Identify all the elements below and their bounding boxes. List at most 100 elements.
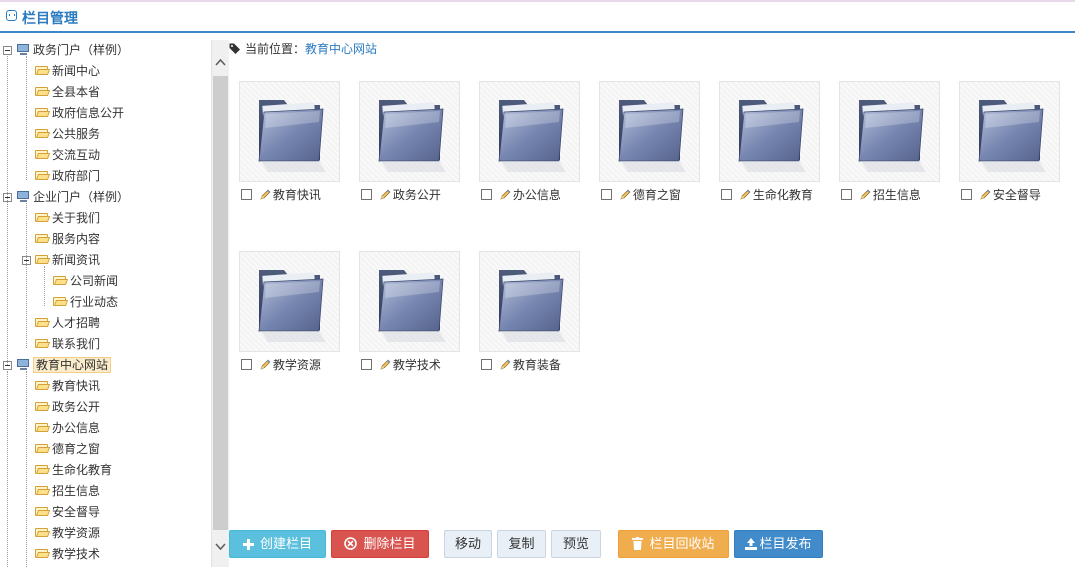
folder-large-icon xyxy=(378,100,446,172)
folder-thumbnail[interactable] xyxy=(719,81,820,182)
tree-root-item[interactable]: 教育中心网站 xyxy=(16,355,112,375)
select-checkbox[interactable] xyxy=(481,359,492,370)
tree-connector xyxy=(7,371,8,567)
tree-folder-item[interactable]: 教学资源 xyxy=(35,523,100,543)
edit-pencil-icon[interactable] xyxy=(979,189,991,201)
edit-pencil-icon[interactable] xyxy=(859,189,871,201)
tree-folder-item[interactable]: 服务内容 xyxy=(35,229,100,249)
tree-folder-item[interactable]: 招生信息 xyxy=(35,481,100,501)
folder-thumbnail[interactable] xyxy=(479,81,580,182)
select-checkbox[interactable] xyxy=(361,359,372,370)
folder-caption: 办公信息 xyxy=(481,187,561,203)
folder-caption: 教学资源 xyxy=(241,357,321,373)
tree-folder-item[interactable]: 交流互动 xyxy=(35,145,100,165)
page-title: 栏目管理 xyxy=(22,11,78,27)
tree-folder-item[interactable]: 公司新闻 xyxy=(53,271,118,291)
edit-pencil-icon[interactable] xyxy=(619,189,631,201)
folder-label[interactable]: 教育快讯 xyxy=(273,188,321,202)
folder-thumbnail[interactable] xyxy=(359,251,460,352)
tree-folder-item[interactable]: 教育快讯 xyxy=(35,376,100,396)
tree-folder-item[interactable]: 公共服务 xyxy=(35,124,100,144)
folder-icon xyxy=(35,422,51,433)
scroll-up-icon[interactable] xyxy=(215,58,226,66)
folder-thumbnail[interactable] xyxy=(239,81,340,182)
select-checkbox[interactable] xyxy=(361,189,372,200)
folder-caption: 教育快讯 xyxy=(241,187,321,203)
folder-thumbnail[interactable] xyxy=(839,81,940,182)
select-checkbox[interactable] xyxy=(961,189,972,200)
folder-label[interactable]: 招生信息 xyxy=(873,188,921,202)
folder-thumbnail[interactable] xyxy=(239,251,340,352)
folder-label[interactable]: 教学资源 xyxy=(273,358,321,372)
tree-folder-item[interactable]: 教学技术 xyxy=(35,544,100,564)
tree-root-item[interactable]: 企业门户（样例） xyxy=(16,187,129,207)
tree-root-item[interactable]: 政务门户（样例） xyxy=(16,40,129,60)
create-column-button[interactable]: 创建栏目 xyxy=(229,530,326,558)
column-tree: 政务门户（样例） 新闻中心 全县本省 政府信息公开公共服务交流互动 政府部门 企业门户（样… xyxy=(0,40,211,567)
tree-folder-item[interactable]: 生命化教育 xyxy=(35,460,112,480)
tree-folder-item[interactable]: 政务公开 xyxy=(35,397,100,417)
tree-folder-item[interactable]: 德育之窗 xyxy=(35,439,100,459)
edit-pencil-icon[interactable] xyxy=(259,189,271,201)
publish-column-button[interactable]: 栏目发布 xyxy=(734,530,823,558)
folder-icon xyxy=(35,485,51,496)
tree-scrollbar[interactable] xyxy=(211,40,229,567)
folder-label[interactable]: 安全督导 xyxy=(993,188,1041,202)
folder-caption: 德育之窗 xyxy=(601,187,681,203)
tree-item-label: 政务门户（样例） xyxy=(33,43,130,57)
delete-column-button[interactable]: 删除栏目 xyxy=(331,530,429,558)
preview-button[interactable]: 预览 xyxy=(551,530,601,558)
select-checkbox[interactable] xyxy=(841,189,852,200)
tree-folder-item[interactable]: 安全督导 xyxy=(35,502,100,522)
copy-button[interactable]: 复制 xyxy=(497,530,546,558)
upload-icon xyxy=(745,538,758,550)
edit-pencil-icon[interactable] xyxy=(379,359,391,371)
folder-thumbnail[interactable] xyxy=(359,81,460,182)
tree-item-label: 服务内容 xyxy=(52,232,101,246)
folder-thumbnail[interactable] xyxy=(959,81,1060,182)
folder-label[interactable]: 教学技术 xyxy=(393,358,441,372)
edit-pencil-icon[interactable] xyxy=(259,359,271,371)
tree-folder-item[interactable]: 关于我们 xyxy=(35,208,100,228)
scrollbar-thumb[interactable] xyxy=(213,76,228,530)
select-checkbox[interactable] xyxy=(241,189,252,200)
select-checkbox[interactable] xyxy=(601,189,612,200)
edit-pencil-icon[interactable] xyxy=(499,189,511,201)
select-checkbox[interactable] xyxy=(481,189,492,200)
folder-label[interactable]: 政务公开 xyxy=(393,188,441,202)
folder-label[interactable]: 教育装备 xyxy=(513,358,561,372)
edit-pencil-icon[interactable] xyxy=(739,189,751,201)
tree-folder-item[interactable]: 新闻中心 xyxy=(35,61,100,81)
folder-label[interactable]: 德育之窗 xyxy=(633,188,681,202)
folder-label[interactable]: 生命化教育 xyxy=(753,188,813,202)
tree-item-label: 公共服务 xyxy=(52,127,101,141)
folder-icon xyxy=(35,65,51,76)
tree-item-label: 教育快讯 xyxy=(52,379,101,393)
collapse-toggle-icon[interactable] xyxy=(3,46,12,55)
edit-pencil-icon[interactable] xyxy=(379,189,391,201)
tree-folder-item[interactable]: 全县本省 xyxy=(35,82,100,102)
tree-folder-item[interactable]: 政府信息公开 xyxy=(35,103,124,123)
breadcrumb-current[interactable]: 教育中心网站 xyxy=(305,42,377,56)
tree-folder-item[interactable]: 联系我们 xyxy=(35,334,100,354)
tree-connector xyxy=(26,203,27,348)
folder-thumbnail[interactable] xyxy=(479,251,580,352)
move-label: 移动 xyxy=(454,537,481,552)
preview-label: 预览 xyxy=(562,537,589,552)
tree-item-label: 教学技术 xyxy=(52,547,101,561)
folder-icon xyxy=(35,107,51,118)
edit-pencil-icon[interactable] xyxy=(499,359,511,371)
tree-folder-item[interactable]: 政府部门 xyxy=(35,166,100,186)
select-checkbox[interactable] xyxy=(721,189,732,200)
tree-folder-item[interactable]: 人才招聘 xyxy=(35,313,100,333)
folder-icon xyxy=(35,254,51,265)
folder-icon xyxy=(35,506,51,517)
select-checkbox[interactable] xyxy=(241,359,252,370)
folder-thumbnail[interactable] xyxy=(599,81,700,182)
tree-folder-item[interactable]: 办公信息 xyxy=(35,418,100,438)
scroll-down-icon[interactable] xyxy=(215,543,226,551)
tree-folder-item[interactable]: 行业动态 xyxy=(53,292,118,312)
move-button[interactable]: 移动 xyxy=(444,530,492,558)
recycle-bin-button[interactable]: 栏目回收站 xyxy=(618,530,729,558)
folder-label[interactable]: 办公信息 xyxy=(513,188,561,202)
